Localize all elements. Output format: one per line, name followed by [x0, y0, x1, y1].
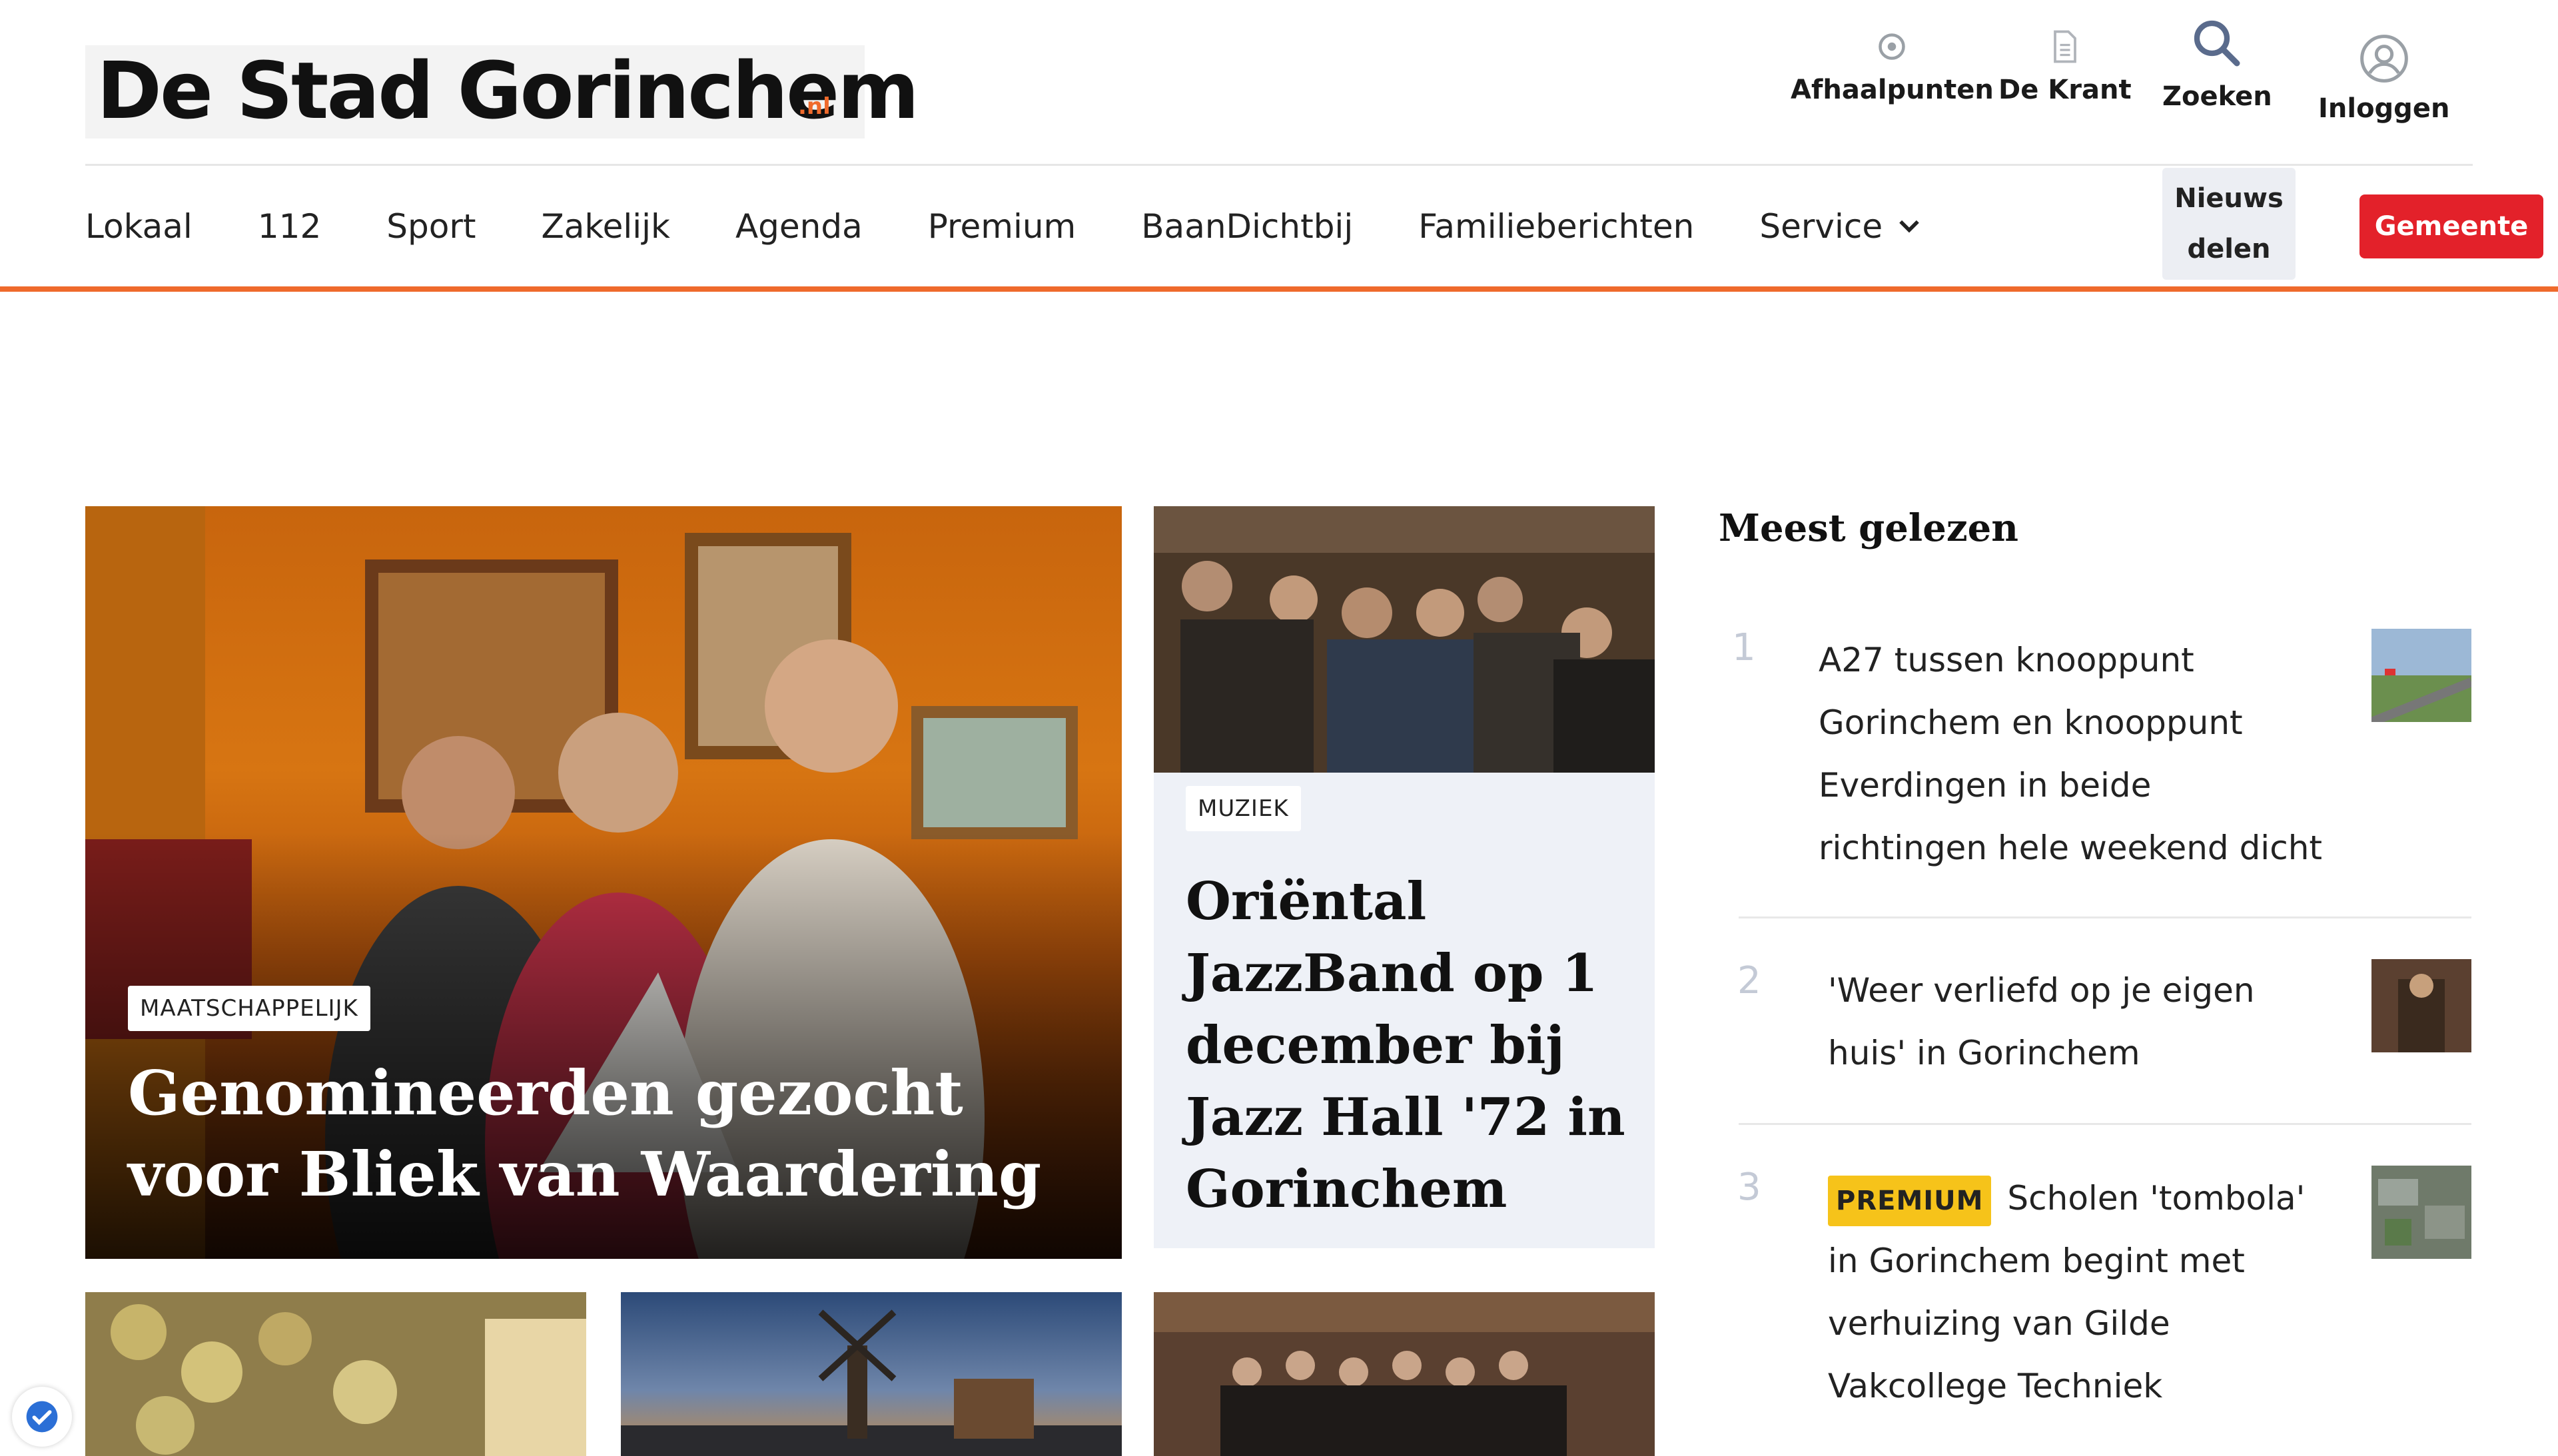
article-card[interactable]: MUZIEK Oriëntal JazzBand op 1 december b… — [1154, 506, 1655, 1248]
zoeken-button[interactable]: Zoeken — [2162, 13, 2272, 112]
nav-item-premium[interactable]: Premium — [928, 207, 1076, 246]
site-logo[interactable]: De Stad Gorinchem — [97, 44, 919, 137]
band-photo-illustration — [1154, 506, 1655, 773]
article-thumbnail[interactable] — [621, 1292, 1122, 1456]
most-read-thumbnail[interactable] — [2371, 1166, 2471, 1259]
inloggen-label: Inloggen — [2318, 93, 2450, 124]
user-icon — [2359, 35, 2408, 83]
chevron-down-icon — [1899, 220, 1919, 233]
article-card-category-tag[interactable]: MUZIEK — [1186, 786, 1301, 831]
nieuws-delen-line2: delen — [2187, 234, 2271, 264]
most-read-item-title[interactable]: PREMIUM Scholen 'tombola' in Gorinchem be… — [1828, 1167, 2334, 1417]
thumbnail-image — [85, 1292, 586, 1456]
most-read-rank: 1 — [1732, 626, 1756, 669]
main-nav: Lokaal 112 Sport Zakelijk Agenda Premium… — [85, 200, 1989, 253]
afhaalpunten-label: Afhaalpunten — [1791, 75, 1994, 105]
hero-article[interactable]: MAATSCHAPPELIJK Genomineerden gezocht vo… — [85, 506, 1122, 1259]
thumbnail-image — [621, 1292, 1122, 1456]
thumbnail-image — [2371, 959, 2471, 1052]
nav-item-lokaal[interactable]: Lokaal — [85, 207, 193, 246]
most-read-heading: Meest gelezen — [1719, 506, 2018, 550]
de-krant-label: De Krant — [1998, 75, 2132, 105]
thumbnail-image — [2371, 1166, 2471, 1259]
most-read-thumbnail[interactable] — [2371, 959, 2471, 1052]
nav-item-service-label: Service — [1759, 207, 1883, 246]
nav-item-baandichtbij[interactable]: BaanDichtbij — [1141, 207, 1353, 246]
article-thumbnail[interactable] — [85, 1292, 586, 1456]
most-read-divider — [1739, 1123, 2471, 1125]
nav-item-service[interactable]: Service — [1759, 207, 1924, 246]
de-krant-link[interactable]: De Krant — [1998, 27, 2132, 105]
location-pin-icon — [1879, 33, 1906, 60]
nieuws-delen-button[interactable]: Nieuws delen — [2162, 168, 2296, 280]
premium-badge: PREMIUM — [1828, 1176, 1992, 1226]
afhaalpunten-link[interactable]: Afhaalpunten — [1791, 27, 1994, 105]
document-icon — [2053, 30, 2076, 63]
article-card-image — [1154, 506, 1655, 773]
site-logo-suffix: .nl — [798, 93, 831, 120]
article-card-title[interactable]: Oriëntal JazzBand op 1 december bij Jazz… — [1186, 866, 1639, 1226]
article-thumbnail[interactable] — [1154, 1292, 1655, 1456]
most-read-thumbnail[interactable] — [2371, 629, 2471, 722]
most-read-rank: 2 — [1737, 959, 1761, 1002]
nav-item-agenda[interactable]: Agenda — [735, 207, 863, 246]
shield-check-icon — [26, 1401, 58, 1433]
most-read-item[interactable]: 1 — [1732, 626, 1756, 669]
nav-item-familieberichten[interactable]: Familieberichten — [1418, 207, 1694, 246]
nav-item-sport[interactable]: Sport — [386, 207, 476, 246]
hero-title[interactable]: Genomineerden gezocht voor Bliek van Waa… — [128, 1052, 1100, 1215]
most-read-divider — [1739, 916, 2471, 918]
most-read-item-title[interactable]: 'Weer verliefd op je eigen huis' in Gori… — [1828, 959, 2321, 1084]
hero-category-tag[interactable]: MAATSCHAPPELIJK — [128, 986, 370, 1031]
gemeente-button[interactable]: Gemeente — [2359, 194, 2543, 258]
privacy-settings-button[interactable] — [12, 1387, 72, 1447]
most-read-item-title[interactable]: A27 tussen knooppunt Gorinchem en knoopp… — [1819, 629, 2325, 879]
most-read-item[interactable]: 3 — [1737, 1166, 1761, 1209]
most-read-rank: 3 — [1737, 1166, 1761, 1209]
most-read-item[interactable]: 2 — [1737, 959, 1761, 1002]
inloggen-button[interactable]: Inloggen — [2318, 32, 2449, 124]
thumbnail-image — [2371, 629, 2471, 722]
header-accent-rule — [0, 286, 2558, 292]
nieuws-delen-line1: Nieuws — [2174, 183, 2284, 214]
search-icon — [2194, 20, 2240, 67]
nav-item-112[interactable]: 112 — [258, 207, 321, 246]
thumbnail-image — [1154, 1292, 1655, 1456]
header-divider — [85, 164, 2473, 166]
nav-item-zakelijk[interactable]: Zakelijk — [542, 207, 670, 246]
zoeken-label: Zoeken — [2162, 81, 2272, 112]
